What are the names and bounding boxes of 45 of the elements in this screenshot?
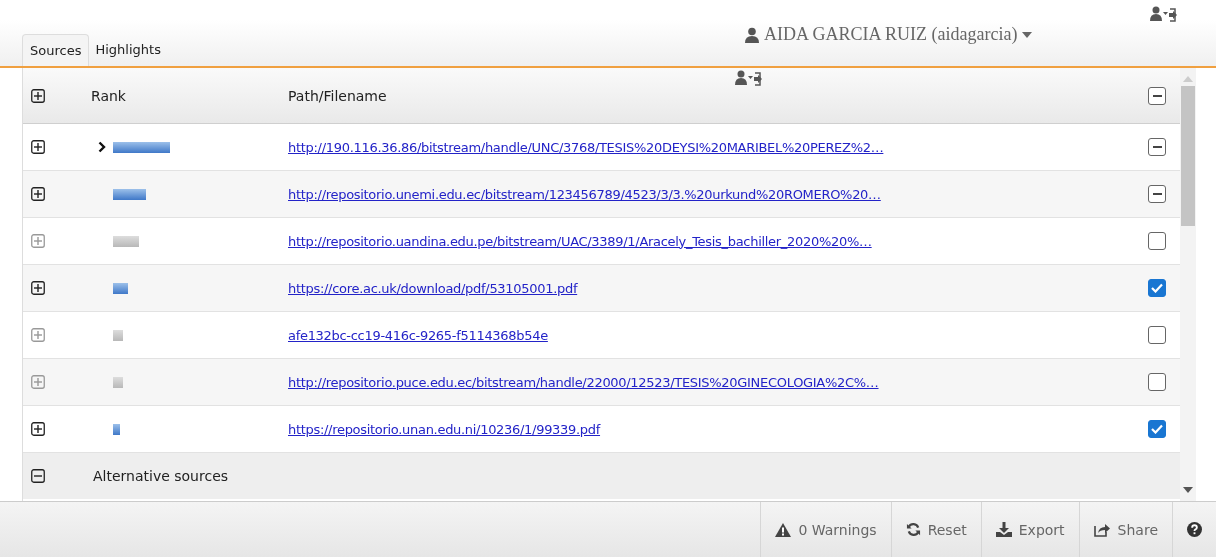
source-link[interactable]: https://core.ac.uk/download/pdf/53105001.pdf — [288, 280, 578, 296]
expand-icon[interactable] — [31, 281, 45, 295]
select-all-checkbox[interactable] — [1148, 86, 1166, 105]
collapse-icon[interactable] — [31, 469, 45, 483]
checkbox[interactable] — [1148, 279, 1166, 297]
column-header: Rank — [91, 87, 127, 104]
share-icon — [1093, 522, 1111, 537]
rank-bar — [113, 282, 128, 294]
table-row[interactable]: https://core.ac.uk/download/pdf/53105001.pdf — [23, 265, 1180, 312]
group-label: Alternative sources — [93, 468, 229, 484]
source-link[interactable]: https://repositorio.unan.edu.ni/10236/1/99339.pdf — [288, 421, 601, 437]
warnings-button[interactable]: 0 Warnings — [760, 502, 891, 557]
source-link[interactable]: http://repositorio.unemi.edu.ec/bitstream/123456789/4523/3/3.%20urkund%20ROMERO%20… — [288, 186, 881, 202]
checkbox[interactable] — [1148, 420, 1166, 438]
reset-button[interactable]: Reset — [890, 502, 981, 557]
expand-all-icon[interactable] — [31, 88, 45, 103]
source-link[interactable]: http://190.116.36.86/bitstream/handle/UNC/3768/TESIS%20DEYSI%20MARIBEL%20PEREZ%2… — [288, 139, 884, 155]
share-button[interactable]: Share — [1078, 502, 1172, 557]
checkbox[interactable] — [1148, 185, 1166, 203]
expand-icon[interactable] — [31, 140, 45, 154]
tab[interactable]: Highlights — [89, 33, 167, 66]
scrollbar[interactable] — [1180, 68, 1196, 501]
user-logout-icon[interactable] — [1150, 6, 1180, 24]
rank-bar — [113, 141, 170, 153]
rank-bar — [113, 329, 123, 341]
tab[interactable]: Sources — [22, 34, 90, 66]
help-icon — [1187, 522, 1202, 537]
table-row[interactable]: http://repositorio.unemi.edu.ec/bitstream/123456789/4523/3/3.%20urkund%20ROMERO%20… — [23, 171, 1180, 218]
export-button[interactable]: Export — [980, 502, 1079, 557]
column-header: Path/Filename — [288, 87, 388, 104]
caret-icon — [1022, 31, 1033, 38]
rank-bar — [113, 235, 139, 247]
warning-icon — [775, 522, 792, 537]
user-logout-icon[interactable] — [735, 70, 765, 88]
refresh-icon — [905, 522, 921, 537]
rank-bar — [113, 376, 123, 388]
expand-icon[interactable] — [31, 422, 45, 436]
rank-bar — [113, 423, 120, 435]
rank-bar — [113, 188, 146, 200]
user-icon — [745, 26, 759, 43]
scroll-down-icon[interactable] — [1183, 487, 1193, 493]
user-menu[interactable]: AIDA GARCIA RUIZ (aidagarcia) — [745, 24, 1033, 45]
expand-icon[interactable] — [31, 187, 45, 201]
download-icon — [995, 522, 1012, 537]
checkbox[interactable] — [1148, 138, 1166, 156]
